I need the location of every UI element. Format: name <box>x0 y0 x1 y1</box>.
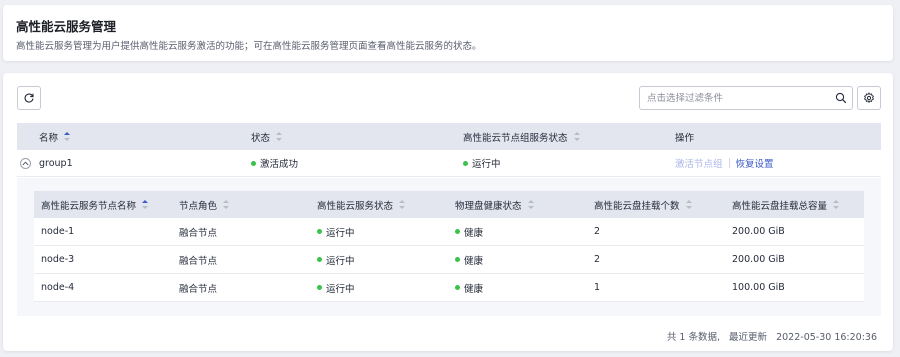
node-role: 融合节点 <box>179 283 218 295</box>
restore-settings-link[interactable]: 恢复设置 <box>736 156 774 170</box>
table-row: node-1 融合节点 运行中 健康 2 200.00 GiB <box>34 218 864 246</box>
status-dot-icon <box>455 285 460 290</box>
disk-health-text: 健康 <box>464 283 484 295</box>
status-dot-icon <box>317 229 322 234</box>
page-header-card: 高性能云服务管理 高性能云服务管理为用户提供高性能云服务激活的功能；可在高性能云… <box>3 5 893 61</box>
capacity: 200.00 GiB <box>732 254 785 265</box>
status-cell: 激活成功 <box>251 150 298 176</box>
sort-icon[interactable] <box>527 200 534 209</box>
service-status-text: 运行中 <box>326 227 355 239</box>
node-role: 融合节点 <box>179 227 218 239</box>
node-name: node-1 <box>41 226 75 237</box>
column-header-name[interactable]: 名称 <box>39 123 71 150</box>
sort-icon[interactable] <box>833 200 840 209</box>
node-name: node-3 <box>41 254 75 265</box>
status-dot-icon <box>463 160 468 166</box>
page-description: 高性能云服务管理为用户提供高性能云服务激活的功能；可在高性能云服务管理页面查看高… <box>16 41 482 52</box>
disk-health-text: 健康 <box>464 227 484 239</box>
sort-icon[interactable] <box>64 132 71 141</box>
column-header-label: 高性能云盘挂载个数 <box>594 200 680 212</box>
node-role: 融合节点 <box>179 255 218 267</box>
service-status-cell: 运行中 <box>317 218 355 245</box>
service-status-cell: 运行中 <box>317 274 355 301</box>
last-updated-time: 2022-05-30 16:20:36 <box>776 332 877 343</box>
disk-health-text: 健康 <box>464 255 484 267</box>
group-status-cell: 运行中 <box>463 150 501 176</box>
column-header-label: 高性能云服务节点名称 <box>41 200 137 212</box>
refresh-button[interactable] <box>17 86 41 110</box>
service-status-text: 运行中 <box>326 283 355 295</box>
refresh-icon <box>24 93 34 103</box>
search-icon[interactable] <box>835 92 847 104</box>
column-header-mount-count[interactable]: 高性能云盘挂载个数 <box>594 191 692 218</box>
disk-health-cell: 健康 <box>455 218 483 245</box>
capacity: 100.00 GiB <box>732 282 785 293</box>
sort-icon[interactable] <box>223 200 230 209</box>
status-text: 激活成功 <box>260 159 299 170</box>
actions-cell: 激活节点组 恢复设置 <box>675 150 774 176</box>
column-header-node-name[interactable]: 高性能云服务节点名称 <box>41 191 149 218</box>
column-header-label: 名称 <box>39 132 59 144</box>
sort-icon[interactable] <box>142 200 149 209</box>
action-divider <box>728 158 730 168</box>
group-status-text: 运行中 <box>472 159 501 170</box>
column-header-label: 高性能云节点组服务状态 <box>463 132 568 144</box>
column-header-label: 状态 <box>251 132 271 144</box>
column-header-label: 高性能云服务状态 <box>317 200 394 212</box>
table-row: node-4 融合节点 运行中 健康 1 100.00 GiB <box>34 274 864 302</box>
service-status-cell: 运行中 <box>317 246 355 273</box>
table-header: 名称 状态 高性能云节点组服务状态 操作 <box>17 123 881 150</box>
main-card: 名称 状态 高性能云节点组服务状态 操作 group1 激活成功 运行中 激活节… <box>3 73 893 351</box>
last-updated-label: 最近更新 <box>729 332 768 343</box>
column-header-node-role[interactable]: 节点角色 <box>179 191 230 218</box>
disk-health-cell: 健康 <box>455 274 483 301</box>
column-header-actions: 操作 <box>675 132 695 144</box>
table-footer: 共 1 条数据, 最近更新 2022-05-30 16:20:36 <box>667 329 877 343</box>
status-dot-icon <box>251 160 256 166</box>
name-cell: group1 <box>20 150 73 176</box>
column-header-capacity[interactable]: 高性能云盘挂载总容量 <box>732 191 840 218</box>
column-header-label: 高性能云盘挂载总容量 <box>732 200 828 212</box>
status-dot-icon <box>455 257 460 262</box>
page-title: 高性能云服务管理 <box>16 19 117 34</box>
column-header-group-status[interactable]: 高性能云节点组服务状态 <box>463 123 580 150</box>
sort-icon[interactable] <box>573 132 580 141</box>
collapse-row-icon[interactable] <box>20 157 31 169</box>
mount-count: 2 <box>594 226 601 237</box>
settings-button[interactable] <box>857 86 881 110</box>
group-name: group1 <box>39 157 73 169</box>
column-header-label: 节点角色 <box>179 200 218 212</box>
mount-count: 1 <box>594 282 601 293</box>
nested-table-header: 高性能云服务节点名称 节点角色 高性能云服务状态 物理盘健康状态 高性能云盘挂载… <box>34 191 864 218</box>
sort-icon[interactable] <box>685 200 692 209</box>
status-dot-icon <box>317 257 322 262</box>
filter-search-box[interactable] <box>639 86 853 110</box>
expanded-row-panel: 高性能云服务节点名称 节点角色 高性能云服务状态 物理盘健康状态 高性能云盘挂载… <box>17 178 881 316</box>
sort-icon[interactable] <box>276 132 283 141</box>
column-header-disk-health[interactable]: 物理盘健康状态 <box>455 191 534 218</box>
disk-health-cell: 健康 <box>455 246 483 273</box>
table-row: group1 激活成功 运行中 激活节点组 恢复设置 <box>17 150 881 177</box>
node-name: node-4 <box>41 282 75 293</box>
column-header-status[interactable]: 状态 <box>251 123 283 150</box>
sort-icon[interactable] <box>399 200 406 209</box>
filter-search-input[interactable] <box>647 89 827 107</box>
service-status-text: 运行中 <box>326 255 355 267</box>
table-row: node-3 融合节点 运行中 健康 2 200.00 GiB <box>34 246 864 274</box>
mount-count: 2 <box>594 254 601 265</box>
column-header-service-status[interactable]: 高性能云服务状态 <box>317 191 406 218</box>
activate-node-group-link[interactable]: 激活节点组 <box>675 156 723 170</box>
status-dot-icon <box>317 285 322 290</box>
capacity: 200.00 GiB <box>732 226 785 237</box>
gear-icon <box>863 92 875 104</box>
column-header-label: 物理盘健康状态 <box>455 200 522 212</box>
total-count: 共 1 条数据, <box>666 332 721 343</box>
status-dot-icon <box>455 229 460 234</box>
